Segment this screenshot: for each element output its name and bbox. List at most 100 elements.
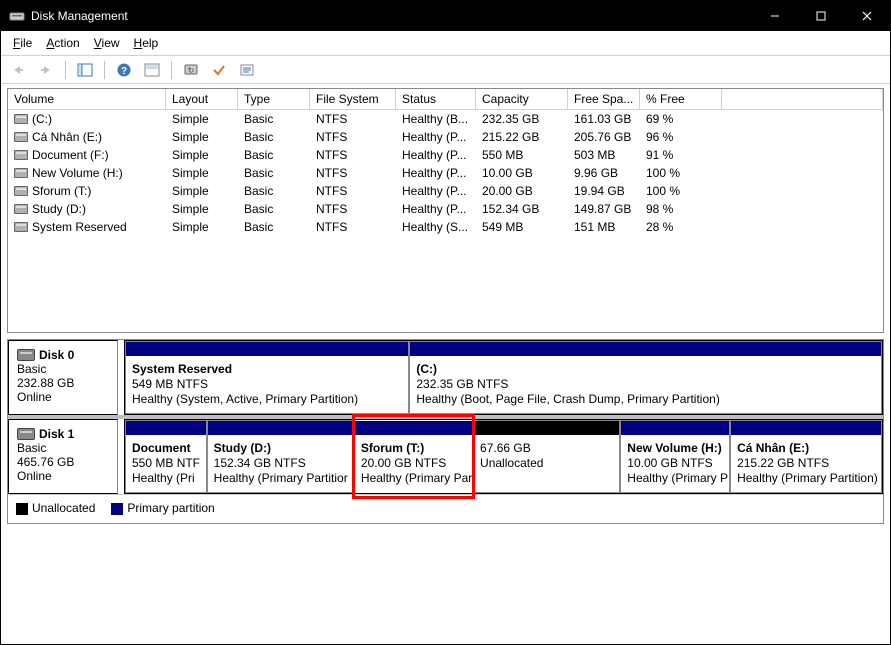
table-header-row: Volume Layout Type File System Status Ca… (8, 89, 883, 110)
cell-free: 9.96 GB (568, 165, 640, 181)
col-type[interactable]: Type (238, 89, 310, 109)
cell-vol: System Reserved (8, 219, 166, 235)
col-freespace[interactable]: Free Spa... (568, 89, 640, 109)
col-spacer (722, 89, 883, 109)
cell-free: 149.87 GB (568, 201, 640, 217)
menu-file[interactable]: File (7, 33, 38, 53)
disk-partitions: Document550 MB NTFHealthy (PriStudy (D:)… (124, 419, 883, 494)
table-row[interactable]: New Volume (H:)SimpleBasicNTFSHealthy (P… (8, 164, 883, 182)
content-area: Volume Layout Type File System Status Ca… (1, 84, 890, 644)
cell-fs: NTFS (310, 201, 396, 217)
partition-primary[interactable]: Sforum (T:)20.00 GB NTFSHealthy (Primary… (354, 416, 473, 497)
disk-partitions: System Reserved549 MB NTFSHealthy (Syste… (124, 340, 883, 415)
refresh-button[interactable]: ↻ (180, 59, 202, 81)
table-row[interactable]: (C:)SimpleBasicNTFSHealthy (B...232.35 G… (8, 110, 883, 128)
cell-cap: 152.34 GB (476, 201, 568, 217)
cell-fs: NTFS (310, 129, 396, 145)
volume-icon (14, 114, 28, 124)
view-top-button[interactable] (141, 59, 163, 81)
volume-table[interactable]: Volume Layout Type File System Status Ca… (7, 88, 884, 333)
cell-fs: NTFS (310, 183, 396, 199)
cell-pct: 96 % (640, 129, 722, 145)
col-layout[interactable]: Layout (166, 89, 238, 109)
forward-button[interactable] (35, 59, 57, 81)
partition-stripe (621, 421, 729, 435)
menu-action[interactable]: Action (40, 33, 85, 53)
cell-cap: 215.22 GB (476, 129, 568, 145)
table-row[interactable]: Sforum (T:)SimpleBasicNTFSHealthy (P...2… (8, 182, 883, 200)
show-hide-console-tree-button[interactable] (74, 59, 96, 81)
cell-free: 151 MB (568, 219, 640, 235)
cell-free: 19.94 GB (568, 183, 640, 199)
partition-primary[interactable]: Document550 MB NTFHealthy (Pri (125, 420, 207, 493)
window-title: Disk Management (31, 9, 752, 23)
cell-pct: 100 % (640, 165, 722, 181)
table-row[interactable]: Document (F:)SimpleBasicNTFSHealthy (P..… (8, 146, 883, 164)
cell-type: Basic (238, 129, 310, 145)
titlebar: Disk Management (1, 1, 890, 31)
partition-primary[interactable]: Study (D:)152.34 GB NTFSHealthy (Primary… (207, 420, 354, 493)
svg-text:↻: ↻ (188, 66, 195, 75)
cell-status: Healthy (P... (396, 129, 476, 145)
col-filesystem[interactable]: File System (310, 89, 396, 109)
legend: Unallocated Primary partition (8, 494, 883, 523)
partition-stripe (126, 342, 408, 356)
volume-icon (14, 222, 28, 232)
minimize-button[interactable] (752, 1, 798, 31)
partition-primary[interactable]: System Reserved549 MB NTFSHealthy (Syste… (125, 341, 409, 414)
table-row[interactable]: Study (D:)SimpleBasicNTFSHealthy (P...15… (8, 200, 883, 218)
help-button[interactable]: ? (113, 59, 135, 81)
cell-cap: 20.00 GB (476, 183, 568, 199)
cell-layout: Simple (166, 183, 238, 199)
svg-text:?: ? (121, 66, 127, 77)
col-capacity[interactable]: Capacity (476, 89, 568, 109)
cell-free: 161.03 GB (568, 111, 640, 127)
partition-body: New Volume (H:)10.00 GB NTFSHealthy (Pri… (621, 435, 729, 492)
cell-vol: Sforum (T:) (8, 183, 166, 199)
cell-fs: NTFS (310, 219, 396, 235)
col-status[interactable]: Status (396, 89, 476, 109)
partition-body: Sforum (T:)20.00 GB NTFSHealthy (Primary… (355, 435, 472, 492)
cell-type: Basic (238, 111, 310, 127)
cell-cap: 232.35 GB (476, 111, 568, 127)
disk-label[interactable]: Disk 1Basic465.76 GBOnline (8, 419, 118, 494)
cell-fs: NTFS (310, 111, 396, 127)
cell-status: Healthy (P... (396, 183, 476, 199)
cell-cap: 549 MB (476, 219, 568, 235)
legend-primary: Primary partition (111, 501, 214, 515)
back-button[interactable] (7, 59, 29, 81)
partition-primary[interactable]: (C:)232.35 GB NTFSHealthy (Boot, Page Fi… (409, 341, 882, 414)
app-icon (9, 8, 25, 24)
cell-layout: Simple (166, 165, 238, 181)
cell-cap: 10.00 GB (476, 165, 568, 181)
disk-icon (17, 349, 35, 361)
partition-primary[interactable]: New Volume (H:)10.00 GB NTFSHealthy (Pri… (620, 420, 730, 493)
cell-status: Healthy (S... (396, 219, 476, 235)
volume-icon (14, 186, 28, 196)
cell-status: Healthy (P... (396, 147, 476, 163)
disk-row: Disk 1Basic465.76 GBOnlineDocument550 MB… (8, 419, 883, 494)
cell-fs: NTFS (310, 165, 396, 181)
maximize-button[interactable] (798, 1, 844, 31)
table-body: (C:)SimpleBasicNTFSHealthy (B...232.35 G… (8, 110, 883, 332)
partition-body: 67.66 GBUnallocated (474, 435, 619, 492)
partition-primary[interactable]: Cá Nhân (E:)215.22 GB NTFSHealthy (Prima… (730, 420, 882, 493)
partition-body: (C:)232.35 GB NTFSHealthy (Boot, Page Fi… (410, 356, 881, 413)
disk-label[interactable]: Disk 0Basic232.88 GBOnline (8, 340, 118, 415)
properties-button[interactable] (236, 59, 258, 81)
menu-view[interactable]: View (88, 33, 126, 53)
cell-status: Healthy (P... (396, 165, 476, 181)
partition-unallocated[interactable]: 67.66 GBUnallocated (473, 420, 620, 493)
legend-unallocated: Unallocated (16, 501, 95, 515)
col-pctfree[interactable]: % Free (640, 89, 722, 109)
table-row[interactable]: System ReservedSimpleBasicNTFSHealthy (S… (8, 218, 883, 236)
apply-button[interactable] (208, 59, 230, 81)
menu-help[interactable]: Help (128, 33, 165, 53)
cell-type: Basic (238, 219, 310, 235)
close-button[interactable] (844, 1, 890, 31)
disk-row: Disk 0Basic232.88 GBOnlineSystem Reserve… (8, 340, 883, 419)
col-volume[interactable]: Volume (8, 89, 166, 109)
partition-stripe (126, 421, 206, 435)
table-row[interactable]: Cá Nhân (E:)SimpleBasicNTFSHealthy (P...… (8, 128, 883, 146)
partition-stripe (731, 421, 881, 435)
